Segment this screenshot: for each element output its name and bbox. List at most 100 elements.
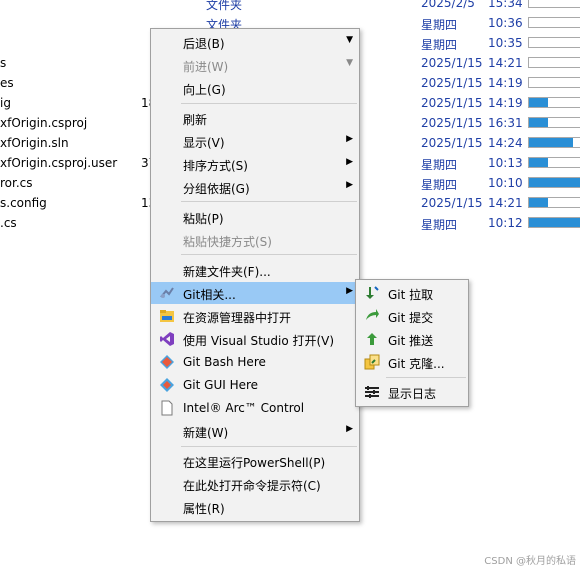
file-time: 14:21 bbox=[488, 56, 523, 70]
size-bar bbox=[528, 177, 580, 188]
submenu-item-git-clone[interactable]: Git 克隆... bbox=[356, 351, 468, 373]
tortoisegit-icon bbox=[160, 287, 174, 298]
folder-explorer-icon bbox=[160, 310, 174, 322]
git-bash-icon bbox=[160, 355, 174, 369]
file-time: 10:10 bbox=[488, 176, 523, 190]
dropdown-arrow-icon: ▼ bbox=[346, 35, 353, 45]
menu-item-forward[interactable]: 前进(W) ▼ bbox=[151, 54, 359, 76]
size-bar bbox=[528, 217, 580, 228]
file-name: s.config bbox=[0, 196, 47, 210]
menu-item-back[interactable]: 后退(B) ▼ bbox=[151, 31, 359, 53]
file-date: 2025/2/5 bbox=[421, 0, 475, 10]
menu-item-label: Git Bash Here bbox=[183, 355, 266, 369]
menu-separator bbox=[181, 254, 357, 255]
context-menu: 后退(B) ▼ 前进(W) ▼ 向上(G) 刷新 显示(V) ▶ 排序方式(S)… bbox=[150, 28, 360, 522]
file-date: 星期四 bbox=[421, 18, 458, 32]
menu-item-up[interactable]: 向上(G) bbox=[151, 77, 359, 99]
file-time: 14:19 bbox=[488, 96, 523, 110]
file-type: 文件夹 bbox=[206, 0, 243, 12]
chevron-right-icon: ▶ bbox=[346, 286, 353, 296]
menu-item-label: 后退(B) bbox=[183, 37, 225, 51]
log-list-icon bbox=[365, 386, 379, 398]
menu-item-label: 分组依据(G) bbox=[183, 182, 250, 196]
file-date: 2025/1/15 bbox=[421, 136, 483, 150]
file-date: 2025/1/15 bbox=[421, 96, 483, 110]
size-bar bbox=[528, 197, 580, 208]
file-time: 15:34 bbox=[488, 0, 523, 10]
submenu-item-label: 显示日志 bbox=[388, 387, 437, 401]
menu-item-label: 新建(W) bbox=[183, 426, 229, 440]
menu-item-paste[interactable]: 粘贴(P) bbox=[151, 206, 359, 228]
menu-item-new-folder[interactable]: 新建文件夹(F)... bbox=[151, 259, 359, 281]
menu-item-properties[interactable]: 属性(R) bbox=[151, 496, 359, 518]
visual-studio-icon bbox=[160, 332, 174, 346]
chevron-right-icon: ▶ bbox=[346, 134, 353, 144]
git-commit-icon bbox=[366, 309, 379, 320]
menu-item-label: Git GUI Here bbox=[183, 378, 259, 392]
size-bar-fill bbox=[529, 178, 580, 187]
file-time: 10:36 bbox=[488, 16, 523, 30]
file-row[interactable]: 文件夹 2025/2/5 15:34 bbox=[0, 0, 580, 13]
menu-item-label: 前进(W) bbox=[183, 60, 229, 74]
menu-item-cmd[interactable]: 在此处打开命令提示符(C) bbox=[151, 473, 359, 495]
menu-item-git-related[interactable]: Git相关... ▶ bbox=[151, 282, 359, 304]
git-submenu: Git 拉取 Git 提交 Git 推送 Git 克隆... 显示日志 bbox=[355, 279, 469, 407]
file-date: 星期四 bbox=[421, 38, 458, 52]
dropdown-arrow-icon: ▼ bbox=[346, 58, 353, 68]
file-time: 10:35 bbox=[488, 36, 523, 50]
menu-item-sort[interactable]: 排序方式(S) ▶ bbox=[151, 153, 359, 175]
menu-item-refresh[interactable]: 刷新 bbox=[151, 107, 359, 129]
chevron-right-icon: ▶ bbox=[346, 180, 353, 190]
menu-item-open-explorer[interactable]: 在资源管理器中打开 bbox=[151, 305, 359, 327]
file-date: 2025/1/15 bbox=[421, 56, 483, 70]
menu-item-label: 排序方式(S) bbox=[183, 159, 248, 173]
menu-item-group[interactable]: 分组依据(G) ▶ bbox=[151, 176, 359, 198]
size-bar bbox=[528, 117, 580, 128]
menu-item-label: 使用 Visual Studio 打开(V) bbox=[183, 334, 335, 348]
size-bar-fill bbox=[529, 118, 548, 127]
size-bar bbox=[528, 157, 580, 168]
git-pull-icon bbox=[366, 286, 379, 299]
menu-item-new[interactable]: 新建(W) ▶ bbox=[151, 420, 359, 442]
menu-item-label: 在资源管理器中打开 bbox=[183, 311, 292, 325]
file-date: 2025/1/15 bbox=[421, 76, 483, 90]
file-time: 10:12 bbox=[488, 216, 523, 230]
menu-separator bbox=[181, 201, 357, 202]
file-time: 14:21 bbox=[488, 196, 523, 210]
file-name: ig bbox=[0, 96, 11, 110]
file-name: xfOrigin.sln bbox=[0, 136, 69, 150]
submenu-item-show-log[interactable]: 显示日志 bbox=[356, 381, 468, 403]
file-time: 16:31 bbox=[488, 116, 523, 130]
git-push-icon bbox=[367, 333, 377, 345]
file-date: 星期四 bbox=[421, 178, 458, 192]
git-clone-icon bbox=[364, 354, 380, 370]
file-name: xfOrigin.csproj.user bbox=[0, 156, 118, 170]
submenu-item-git-push[interactable]: Git 推送 bbox=[356, 328, 468, 350]
size-bar-fill bbox=[529, 198, 548, 207]
file-name: es bbox=[0, 76, 14, 90]
menu-item-view[interactable]: 显示(V) ▶ bbox=[151, 130, 359, 152]
menu-item-label: 新建文件夹(F)... bbox=[183, 265, 271, 279]
menu-item-label: 属性(R) bbox=[183, 502, 225, 516]
file-name: s bbox=[0, 56, 7, 70]
menu-item-paste-shortcut[interactable]: 粘贴快捷方式(S) bbox=[151, 229, 359, 251]
submenu-item-label: Git 克隆... bbox=[388, 357, 445, 371]
size-bar bbox=[528, 37, 580, 48]
file-date: 星期四 bbox=[421, 218, 458, 232]
chevron-right-icon: ▶ bbox=[346, 157, 353, 167]
menu-separator bbox=[386, 377, 466, 378]
menu-item-label: 在这里运行PowerShell(P) bbox=[183, 456, 326, 470]
menu-item-powershell[interactable]: 在这里运行PowerShell(P) bbox=[151, 450, 359, 472]
menu-item-label: 在此处打开命令提示符(C) bbox=[183, 479, 321, 493]
submenu-item-label: Git 拉取 bbox=[388, 288, 434, 302]
size-bar bbox=[528, 97, 580, 108]
menu-item-intel-arc-control[interactable]: Intel® Arc™ Control bbox=[151, 397, 359, 419]
menu-item-open-visual-studio[interactable]: 使用 Visual Studio 打开(V) bbox=[151, 328, 359, 350]
menu-item-git-bash[interactable]: Git Bash Here bbox=[151, 351, 359, 373]
size-bar-fill bbox=[529, 158, 548, 167]
submenu-item-git-pull[interactable]: Git 拉取 bbox=[356, 282, 468, 304]
menu-item-git-gui[interactable]: Git GUI Here bbox=[151, 374, 359, 396]
size-bar-fill bbox=[529, 138, 573, 147]
submenu-item-git-commit[interactable]: Git 提交 bbox=[356, 305, 468, 327]
menu-item-label: 向上(G) bbox=[183, 83, 226, 97]
